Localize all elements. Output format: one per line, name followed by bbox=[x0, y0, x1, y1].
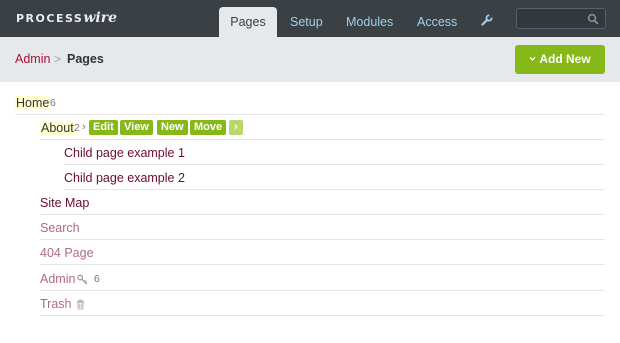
tree-item-search: Search bbox=[40, 215, 605, 240]
tree-item-trash: Trash bbox=[40, 291, 605, 316]
tree-item-home: Home 6 bbox=[15, 90, 605, 115]
tree-item-home-label[interactable]: Home bbox=[15, 96, 51, 110]
tree-item-home-count: 6 bbox=[50, 97, 56, 109]
add-new-button[interactable]: Add New bbox=[515, 45, 605, 74]
move-action-button[interactable]: Move bbox=[190, 120, 227, 135]
tree-item-admin-count: 6 bbox=[94, 273, 100, 285]
tree-item-child-1: Child page example 1 bbox=[64, 140, 605, 165]
trash-icon bbox=[77, 299, 84, 310]
page-title: Pages bbox=[67, 52, 104, 66]
edit-action-button[interactable]: Edit bbox=[89, 120, 118, 135]
tree-item-site-map-label[interactable]: Site Map bbox=[40, 196, 89, 210]
logo-text-process: PROCESS bbox=[16, 12, 84, 25]
tree-item-about-count: 2 bbox=[74, 122, 80, 134]
add-new-label: Add New bbox=[539, 52, 591, 66]
breadcrumb-bar: Admin > Pages Add New bbox=[0, 37, 620, 82]
tree-item-about-label[interactable]: About bbox=[40, 121, 75, 135]
row-divider bbox=[40, 264, 605, 265]
tree-item-admin: Admin 6 bbox=[40, 266, 605, 291]
chevron-down-icon bbox=[529, 56, 536, 61]
breadcrumb-separator: > bbox=[54, 52, 62, 66]
tree-item-child-2: Child page example 2 bbox=[64, 165, 605, 190]
tree-item-search-label[interactable]: Search bbox=[40, 221, 80, 235]
tree-item-trash-label[interactable]: Trash bbox=[40, 297, 72, 311]
processwire-logo[interactable]: PROCESSwire bbox=[16, 10, 117, 26]
row-divider bbox=[40, 315, 605, 316]
tree-item-child-2-label[interactable]: Child page example 2 bbox=[64, 171, 185, 185]
nav-tab-pages[interactable]: Pages bbox=[219, 7, 277, 37]
tree-item-child-1-label[interactable]: Child page example 1 bbox=[64, 146, 185, 160]
search-icon[interactable] bbox=[587, 13, 599, 25]
nav-tab-modules[interactable]: Modules bbox=[346, 7, 393, 37]
wrench-icon[interactable] bbox=[481, 14, 493, 26]
search-input[interactable] bbox=[521, 11, 585, 26]
tree-item-admin-label[interactable]: Admin bbox=[40, 272, 75, 286]
tree-item-about-arrow: › bbox=[82, 121, 86, 133]
nav-tab-setup[interactable]: Setup bbox=[290, 7, 323, 37]
logo-text-wire: wire bbox=[83, 10, 117, 26]
tree-item-about: About 2 › Edit View New Move › bbox=[40, 115, 605, 140]
more-action-button[interactable]: › bbox=[229, 120, 243, 135]
view-action-button[interactable]: View bbox=[120, 120, 153, 135]
key-icon bbox=[77, 274, 88, 285]
nav-tab-access[interactable]: Access bbox=[417, 7, 457, 37]
new-action-button[interactable]: New bbox=[157, 120, 188, 135]
tree-item-404-page: 404 Page bbox=[40, 240, 605, 265]
tree-item-404-page-label[interactable]: 404 Page bbox=[40, 246, 94, 260]
tree-item-site-map: Site Map bbox=[40, 190, 605, 215]
search-box bbox=[516, 8, 606, 29]
breadcrumb-admin-link[interactable]: Admin bbox=[15, 52, 50, 66]
top-bar: PROCESSwire Pages Setup Modules Access bbox=[0, 0, 620, 37]
